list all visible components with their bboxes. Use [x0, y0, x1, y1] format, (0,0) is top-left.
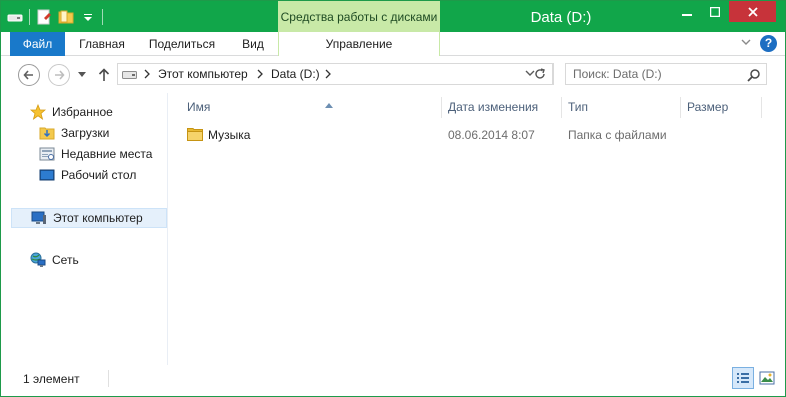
- minimize-icon: [682, 13, 692, 16]
- forward-button[interactable]: [48, 64, 70, 86]
- properties-icon[interactable]: [36, 9, 52, 25]
- window-title: Data (D:): [530, 9, 592, 26]
- file-name: Музыка: [208, 128, 251, 142]
- nav-item-label: Недавние места: [61, 147, 153, 161]
- nav-item-label: Сеть: [52, 253, 79, 267]
- tab-file[interactable]: Файл: [10, 32, 65, 56]
- search-icon[interactable]: [747, 68, 761, 82]
- item-count: 1 элемент: [23, 372, 80, 386]
- file-type: Папка с файлами: [568, 128, 667, 142]
- network-icon: [30, 252, 46, 268]
- file-date: 08.06.2014 8:07: [448, 128, 535, 142]
- expand-ribbon-icon[interactable]: [739, 37, 753, 51]
- column-separator[interactable]: [441, 97, 442, 118]
- explorer-window: Средства работы с дисками Data (D:) Файл…: [0, 0, 786, 397]
- minimize-button[interactable]: [674, 1, 700, 22]
- new-folder-icon[interactable]: [58, 9, 74, 25]
- maximize-icon: [710, 6, 720, 17]
- nav-item-favorites[interactable]: Избранное: [1, 102, 168, 122]
- details-view-button[interactable]: [732, 367, 754, 389]
- refresh-icon: [534, 68, 545, 79]
- nav-item-label: Этот компьютер: [53, 211, 143, 225]
- downloads-folder-icon: [39, 125, 55, 141]
- arrow-up-icon: [98, 68, 110, 81]
- nav-item-recent-places[interactable]: Недавние места: [1, 144, 168, 164]
- column-separator[interactable]: [680, 97, 681, 118]
- search-placeholder: Поиск: Data (D:): [573, 67, 662, 81]
- nav-item-downloads[interactable]: Загрузки: [1, 123, 168, 143]
- up-button[interactable]: [95, 64, 113, 86]
- close-icon: [747, 6, 758, 17]
- tab-manage[interactable]: Управление: [278, 32, 440, 56]
- arrow-right-icon: [55, 70, 65, 80]
- quick-access-toolbar: [7, 7, 103, 27]
- nav-item-label: Рабочий стол: [61, 168, 137, 182]
- desktop-icon: [39, 167, 55, 183]
- drive-icon: [122, 69, 137, 79]
- navigation-bar: Этот компьютер Data (D:) Поиск: Data (D:…: [1, 57, 785, 93]
- qat-separator: [29, 9, 30, 25]
- breadcrumb-drive[interactable]: Data (D:): [271, 67, 320, 81]
- star-icon: [29, 103, 47, 120]
- file-list: Имя Дата изменения Тип Размер Музыка 08.…: [169, 93, 785, 365]
- address-bar[interactable]: Этот компьютер Data (D:): [117, 63, 554, 85]
- breadcrumb-separator-icon[interactable]: [143, 67, 151, 83]
- chevron-down-icon: [78, 72, 86, 77]
- large-icons-view-icon: [759, 371, 775, 385]
- nav-item-label: Загрузки: [61, 126, 110, 140]
- back-button[interactable]: [18, 64, 40, 86]
- refresh-button[interactable]: [527, 63, 553, 85]
- column-header-size[interactable]: Размер: [687, 97, 761, 118]
- navigation-pane: Избранное Загрузки Недавние места Рабочи…: [1, 93, 168, 365]
- recent-locations-button[interactable]: [75, 67, 89, 83]
- tab-view[interactable]: Вид: [233, 32, 273, 56]
- sort-ascending-icon: [325, 95, 333, 116]
- tab-share[interactable]: Поделиться: [141, 32, 223, 56]
- search-input[interactable]: Поиск: Data (D:): [565, 63, 767, 85]
- customize-qat-icon[interactable]: [80, 9, 96, 25]
- column-separator[interactable]: [561, 97, 562, 118]
- ribbon-tabs: Файл Главная Поделиться Вид Управление ?: [1, 32, 785, 56]
- column-separator[interactable]: [761, 97, 762, 118]
- breadcrumb-this-pc[interactable]: Этот компьютер: [158, 67, 248, 81]
- status-bar: 1 элемент: [1, 365, 785, 396]
- recent-places-icon: [39, 146, 55, 162]
- breadcrumb-separator-icon[interactable]: [324, 67, 332, 83]
- details-view-icon: [737, 373, 749, 383]
- tab-home[interactable]: Главная: [71, 32, 133, 56]
- drive-icon[interactable]: [7, 9, 23, 25]
- help-icon[interactable]: ?: [760, 35, 777, 52]
- maximize-button[interactable]: [702, 1, 728, 22]
- title-bar[interactable]: Средства работы с дисками Data (D:): [1, 1, 785, 32]
- file-row[interactable]: Музыка 08.06.2014 8:07 Папка с файлами: [182, 124, 772, 146]
- nav-item-desktop[interactable]: Рабочий стол: [1, 165, 168, 185]
- nav-item-label: Избранное: [52, 105, 113, 119]
- column-name-label: Имя: [187, 100, 211, 114]
- large-icons-view-button[interactable]: [756, 367, 778, 389]
- breadcrumb-separator-icon[interactable]: [256, 67, 264, 83]
- qat-separator: [102, 9, 103, 25]
- column-header-type[interactable]: Тип: [568, 97, 680, 118]
- column-header-name[interactable]: Имя: [187, 97, 440, 118]
- arrow-left-icon: [23, 70, 33, 80]
- column-header-date[interactable]: Дата изменения: [448, 97, 560, 118]
- nav-item-network[interactable]: Сеть: [1, 250, 168, 270]
- computer-icon: [31, 210, 47, 226]
- folder-icon: [187, 127, 203, 141]
- context-tab-header: Средства работы с дисками: [278, 1, 440, 32]
- status-separator: [108, 370, 109, 387]
- close-button[interactable]: [729, 1, 776, 22]
- nav-item-this-pc[interactable]: Этот компьютер: [11, 208, 167, 228]
